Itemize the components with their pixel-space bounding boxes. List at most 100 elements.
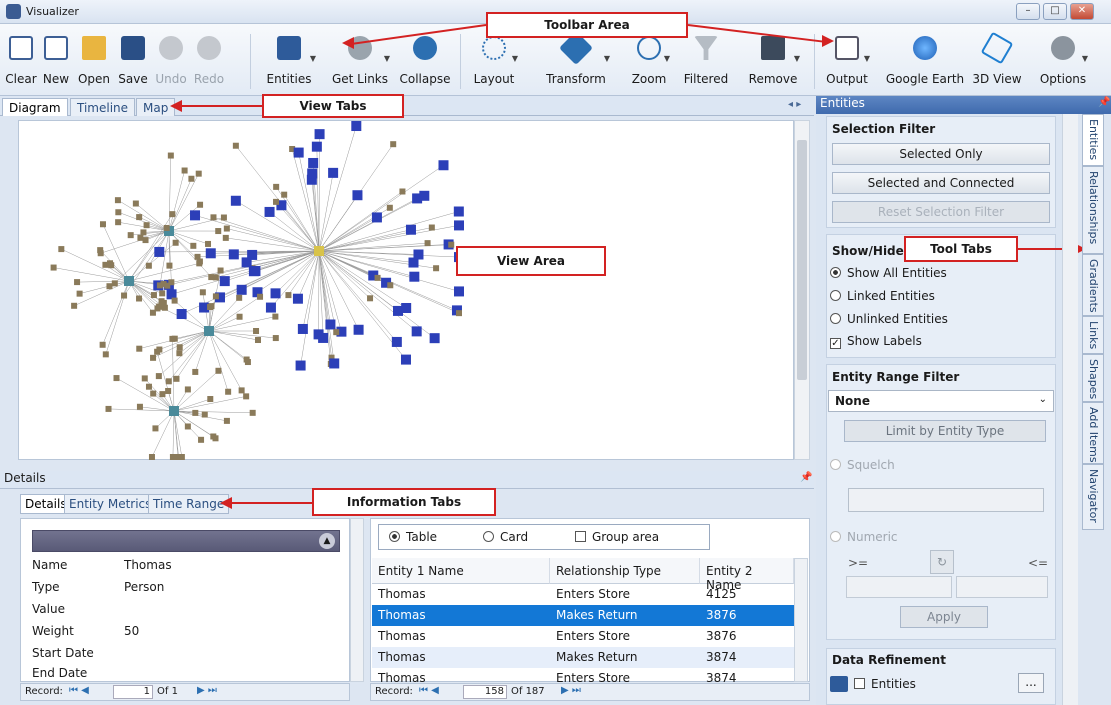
reset-selection-filter-button[interactable]: Reset Selection Filter xyxy=(832,201,1050,223)
graph-node[interactable] xyxy=(374,274,381,281)
last-record-icon[interactable]: ▶ ⏭ xyxy=(197,685,217,696)
graph-node[interactable] xyxy=(454,286,464,297)
show-all-entities-radio[interactable]: Show All Entities xyxy=(830,266,947,280)
graph-node[interactable] xyxy=(159,391,166,398)
entities-button[interactable]: ▼ Entities xyxy=(258,24,320,96)
graph-node[interactable] xyxy=(205,240,212,247)
graph-node[interactable] xyxy=(136,403,143,410)
tool-tab-shapes[interactable]: Shapes xyxy=(1082,354,1104,402)
diagram-view[interactable] xyxy=(18,120,794,460)
graph-node[interactable] xyxy=(314,129,325,140)
graph-node[interactable] xyxy=(102,351,109,358)
graph-node[interactable] xyxy=(230,195,241,206)
graph-node[interactable] xyxy=(113,375,120,382)
graph-node[interactable] xyxy=(411,326,422,337)
graph-node[interactable] xyxy=(165,387,172,394)
limit-by-entity-type-button[interactable]: Limit by Entity Type xyxy=(844,420,1046,442)
graph-node[interactable] xyxy=(173,375,180,382)
graph-node[interactable] xyxy=(152,425,159,432)
graph-node[interactable] xyxy=(184,386,191,393)
graph-node[interactable] xyxy=(105,405,112,412)
graph-node[interactable] xyxy=(409,271,420,282)
linked-entities-radio[interactable]: Linked Entities xyxy=(830,289,935,303)
graph-node[interactable] xyxy=(453,206,464,217)
graph-node[interactable] xyxy=(167,152,174,159)
tab-timeline[interactable]: Timeline xyxy=(70,98,136,116)
tool-tab-add-items[interactable]: Add Items xyxy=(1082,402,1104,464)
graph-node[interactable] xyxy=(210,214,217,221)
graph-node[interactable] xyxy=(127,232,134,239)
view-scrollbar-thumb[interactable] xyxy=(797,140,807,380)
graph-node[interactable] xyxy=(292,293,303,304)
tool-tab-entities[interactable]: Entities xyxy=(1082,114,1104,166)
graph-node[interactable] xyxy=(140,229,147,236)
graph-node[interactable] xyxy=(351,121,362,132)
entity-range-dropdown[interactable]: None ⌄ xyxy=(828,390,1054,412)
graph-node[interactable] xyxy=(225,388,232,395)
graph-node[interactable] xyxy=(399,188,406,195)
graph-node[interactable] xyxy=(97,247,104,254)
graph-node[interactable] xyxy=(215,367,222,374)
max-value-input[interactable] xyxy=(956,576,1048,598)
squelch-slider[interactable] xyxy=(848,488,1044,512)
tab-scroll-arrows[interactable]: ◂ ▸ xyxy=(788,99,801,110)
graph-node[interactable] xyxy=(295,360,306,371)
graph-node[interactable] xyxy=(136,345,143,352)
graph-node[interactable] xyxy=(328,167,339,178)
graph-node[interactable] xyxy=(192,368,199,375)
graph-node[interactable] xyxy=(238,387,245,394)
table-row-selected[interactable]: Thomas Makes Return 3876 xyxy=(372,605,794,626)
graph-node[interactable] xyxy=(169,454,176,460)
graph-node[interactable] xyxy=(208,303,215,310)
graph-node[interactable] xyxy=(308,157,319,168)
graph-node[interactable] xyxy=(429,333,440,344)
graph-node[interactable] xyxy=(448,241,455,248)
graph-node[interactable] xyxy=(400,354,411,365)
graph-node[interactable] xyxy=(136,214,143,221)
graph-node[interactable] xyxy=(293,147,304,158)
unlinked-entities-radio[interactable]: Unlinked Entities xyxy=(830,312,948,326)
graph-node[interactable] xyxy=(232,142,239,149)
graph-node[interactable] xyxy=(150,292,157,299)
graph-node[interactable] xyxy=(272,335,279,342)
graph-node[interactable] xyxy=(254,337,261,344)
graph-node[interactable] xyxy=(223,417,230,424)
pin-icon[interactable]: 📌 xyxy=(1098,97,1110,108)
tab-diagram[interactable]: Diagram xyxy=(2,98,68,116)
graph-hub-node[interactable] xyxy=(169,406,179,416)
graph-node[interactable] xyxy=(156,303,163,310)
graph-node[interactable] xyxy=(199,289,206,296)
tool-panel-scrollbar[interactable] xyxy=(1062,114,1078,705)
graph-node[interactable] xyxy=(176,309,187,320)
column-header-entity2[interactable]: Entity 2 Name xyxy=(700,558,794,592)
tool-tab-links[interactable]: Links xyxy=(1082,316,1104,354)
graph-node[interactable] xyxy=(387,282,394,289)
graph-node[interactable] xyxy=(456,310,462,317)
entities-checkbox[interactable]: Entities xyxy=(854,677,916,691)
minimize-button[interactable]: – xyxy=(1016,3,1040,20)
tool-tab-relationships[interactable]: Relationships xyxy=(1082,166,1104,254)
graph-node[interactable] xyxy=(166,262,173,269)
properties-scrollbar[interactable] xyxy=(350,518,364,682)
graph-node[interactable] xyxy=(413,249,424,260)
graph-node[interactable] xyxy=(108,262,115,269)
graph-node[interactable] xyxy=(184,423,191,430)
graph-node[interactable] xyxy=(102,261,109,268)
undo-button[interactable]: Undo xyxy=(152,24,190,96)
graph-node[interactable] xyxy=(250,266,261,277)
graph-node[interactable] xyxy=(405,224,416,235)
tool-tab-navigator[interactable]: Navigator xyxy=(1082,464,1104,530)
table-row[interactable]: Thomas Enters Store 3874 xyxy=(372,668,794,682)
graph-node[interactable] xyxy=(114,197,121,204)
graph-node[interactable] xyxy=(428,224,435,231)
column-header-relationship-type[interactable]: Relationship Type xyxy=(550,558,700,584)
min-value-input[interactable] xyxy=(846,576,952,598)
graph-node[interactable] xyxy=(220,214,227,221)
graph-node[interactable] xyxy=(285,292,292,299)
graph-node[interactable] xyxy=(272,313,279,320)
numeric-radio[interactable]: Numeric xyxy=(830,530,898,544)
graph-node[interactable] xyxy=(165,378,172,385)
graph-node[interactable] xyxy=(257,293,264,300)
graph-node[interactable] xyxy=(222,234,229,241)
table-radio[interactable]: Table xyxy=(389,530,437,544)
